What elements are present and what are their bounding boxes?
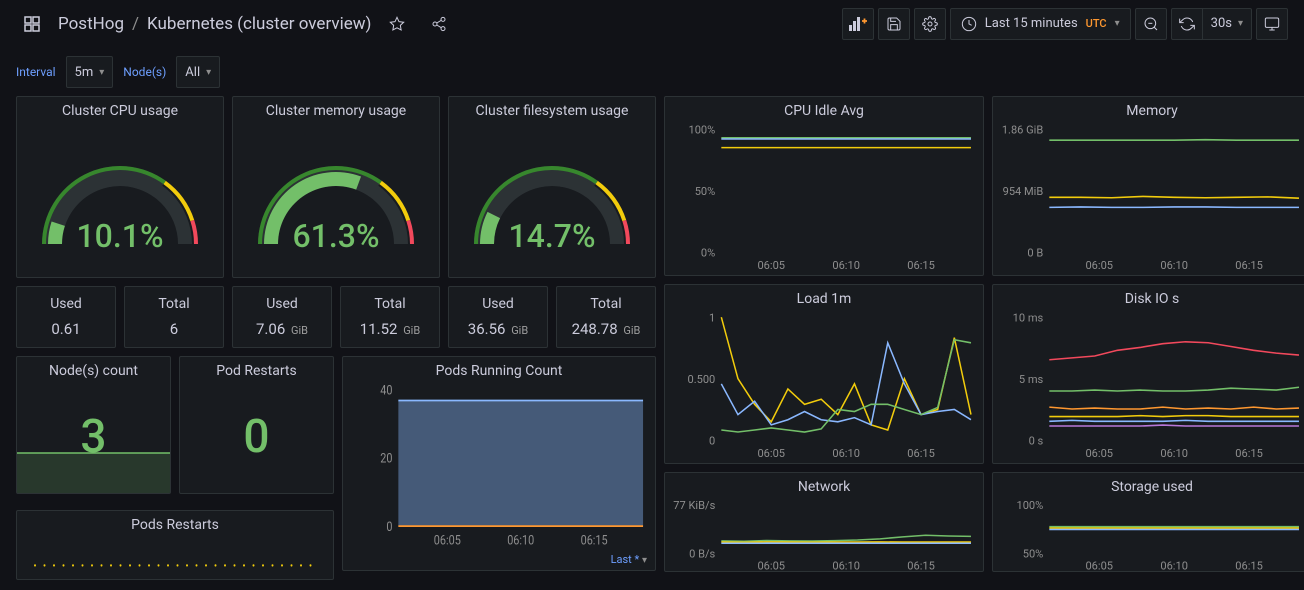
svg-text:1: 1 [709, 313, 715, 324]
zoom-out-button[interactable] [1135, 8, 1167, 40]
svg-text:977 KiB/s: 977 KiB/s [673, 501, 716, 512]
svg-text:954 MiB: 954 MiB [1003, 185, 1044, 198]
time-range-picker[interactable]: Last 15 minutes UTC ▾ [950, 8, 1131, 40]
breadcrumb-dashboard[interactable]: Kubernetes (cluster overview) [147, 14, 371, 34]
svg-text:06:15: 06:15 [1235, 259, 1263, 271]
tv-mode-button[interactable] [1256, 8, 1288, 40]
svg-text:0 B/s: 0 B/s [689, 547, 715, 560]
svg-text:10 ms: 10 ms [1013, 313, 1044, 324]
chevron-down-icon: ▾ [206, 67, 211, 78]
svg-text:0 B: 0 B [1027, 246, 1043, 259]
panel-cluster-memory[interactable]: Cluster memory usage 61.3% [232, 96, 440, 278]
svg-text:06:05: 06:05 [757, 447, 785, 459]
panel-pods-running[interactable]: Pods Running Count 0204006:0506:1006:15 … [342, 356, 656, 571]
pods-running-last-link[interactable]: Last * ▾ [343, 551, 655, 570]
svg-text:50%: 50% [1023, 547, 1044, 560]
filter-nodes-select[interactable]: All ▾ [176, 56, 220, 88]
panel-load[interactable]: Load 1m 00.500106:0506:1006:15 [664, 284, 984, 464]
add-panel-button[interactable] [842, 8, 874, 40]
panel-memory[interactable]: Memory 0 B954 MiB1.86 GiB06:0506:1006:15 [992, 96, 1304, 276]
save-button[interactable] [878, 8, 910, 40]
filter-nodes-label: Node(s) [123, 65, 166, 79]
timezone-label: UTC [1086, 17, 1107, 30]
svg-text:06:05: 06:05 [757, 259, 785, 271]
svg-text:06:10: 06:10 [1160, 559, 1188, 571]
stat-panel[interactable]: Total6 [124, 286, 224, 348]
filter-interval-label: Interval [16, 65, 56, 79]
panel-cpu-idle[interactable]: CPU Idle Avg 0%50%100%06:0506:1006:15 [664, 96, 984, 276]
svg-text:0: 0 [386, 519, 392, 534]
panel-nodes-count[interactable]: Node(s) count 3 [16, 356, 171, 494]
svg-text:06:10: 06:10 [1160, 447, 1188, 459]
favorite-button[interactable] [381, 8, 413, 40]
chevron-down-icon: ▾ [1238, 18, 1243, 29]
chevron-down-icon: ▾ [1115, 18, 1120, 29]
time-range-label: Last 15 minutes [985, 16, 1078, 31]
breadcrumb-folder[interactable]: PostHog [58, 14, 124, 34]
svg-text:100%: 100% [1017, 501, 1044, 512]
svg-text:40: 40 [380, 385, 392, 397]
svg-text:1.86 GiB: 1.86 GiB [1002, 125, 1043, 136]
refresh-button[interactable] [1171, 8, 1203, 40]
panel-cluster-cpu[interactable]: Cluster CPU usage 10.1% [16, 96, 224, 278]
panel-cluster-fs[interactable]: Cluster filesystem usage 14.7% [448, 96, 656, 278]
svg-text:06:10: 06:10 [832, 447, 860, 459]
svg-text:06:15: 06:15 [907, 259, 935, 271]
svg-text:06:05: 06:05 [1085, 447, 1113, 459]
svg-text:06:05: 06:05 [1085, 259, 1113, 271]
panel-network[interactable]: Network 0 B/s977 KiB/s06:0506:1006:15 [664, 472, 984, 572]
svg-text:06:10: 06:10 [1160, 259, 1188, 271]
panel-storage[interactable]: Storage used 50%100%06:0506:1006:15 [992, 472, 1304, 572]
panel-pods-restarts-chart[interactable]: Pods Restarts [16, 510, 334, 580]
svg-text:06:15: 06:15 [907, 447, 935, 459]
breadcrumb: PostHog / Kubernetes (cluster overview) [58, 14, 371, 34]
stat-panel[interactable]: Used0.61 [16, 286, 116, 348]
svg-text:06:15: 06:15 [581, 533, 608, 547]
stat-panel[interactable]: Total11.52 GiB [340, 286, 440, 348]
svg-text:5 ms: 5 ms [1019, 373, 1044, 386]
dashboard-grid-icon[interactable] [16, 8, 48, 40]
share-button[interactable] [423, 8, 455, 40]
svg-text:0: 0 [709, 434, 715, 447]
stat-panel[interactable]: Used36.56 GiB [448, 286, 548, 348]
svg-text:06:15: 06:15 [1235, 559, 1263, 571]
panel-disk-io[interactable]: Disk IO s 0 s5 ms10 ms06:0506:1006:15 [992, 284, 1304, 464]
settings-button[interactable] [914, 8, 946, 40]
svg-text:06:10: 06:10 [832, 259, 860, 271]
svg-text:06:05: 06:05 [434, 533, 461, 547]
chevron-down-icon: ▾ [99, 67, 104, 78]
panel-pod-restarts[interactable]: Pod Restarts 0 [179, 356, 334, 494]
svg-text:0.500: 0.500 [687, 373, 715, 386]
stat-panel[interactable]: Used7.06 GiB [232, 286, 332, 348]
svg-text:06:10: 06:10 [507, 533, 534, 547]
clock-icon [961, 16, 977, 32]
svg-text:0 s: 0 s [1029, 434, 1044, 447]
svg-text:06:15: 06:15 [907, 559, 935, 571]
svg-text:06:05: 06:05 [1085, 559, 1113, 571]
stat-panel[interactable]: Total248.78 GiB [556, 286, 656, 348]
svg-text:06:05: 06:05 [757, 559, 785, 571]
svg-text:100%: 100% [689, 125, 716, 136]
svg-text:50%: 50% [695, 185, 716, 198]
refresh-interval-picker[interactable]: 30s ▾ [1203, 8, 1252, 40]
svg-text:0%: 0% [701, 246, 715, 259]
filter-interval-select[interactable]: 5m ▾ [66, 56, 114, 88]
svg-text:06:15: 06:15 [1235, 447, 1263, 459]
svg-text:20: 20 [380, 451, 392, 466]
svg-text:06:10: 06:10 [832, 559, 860, 571]
